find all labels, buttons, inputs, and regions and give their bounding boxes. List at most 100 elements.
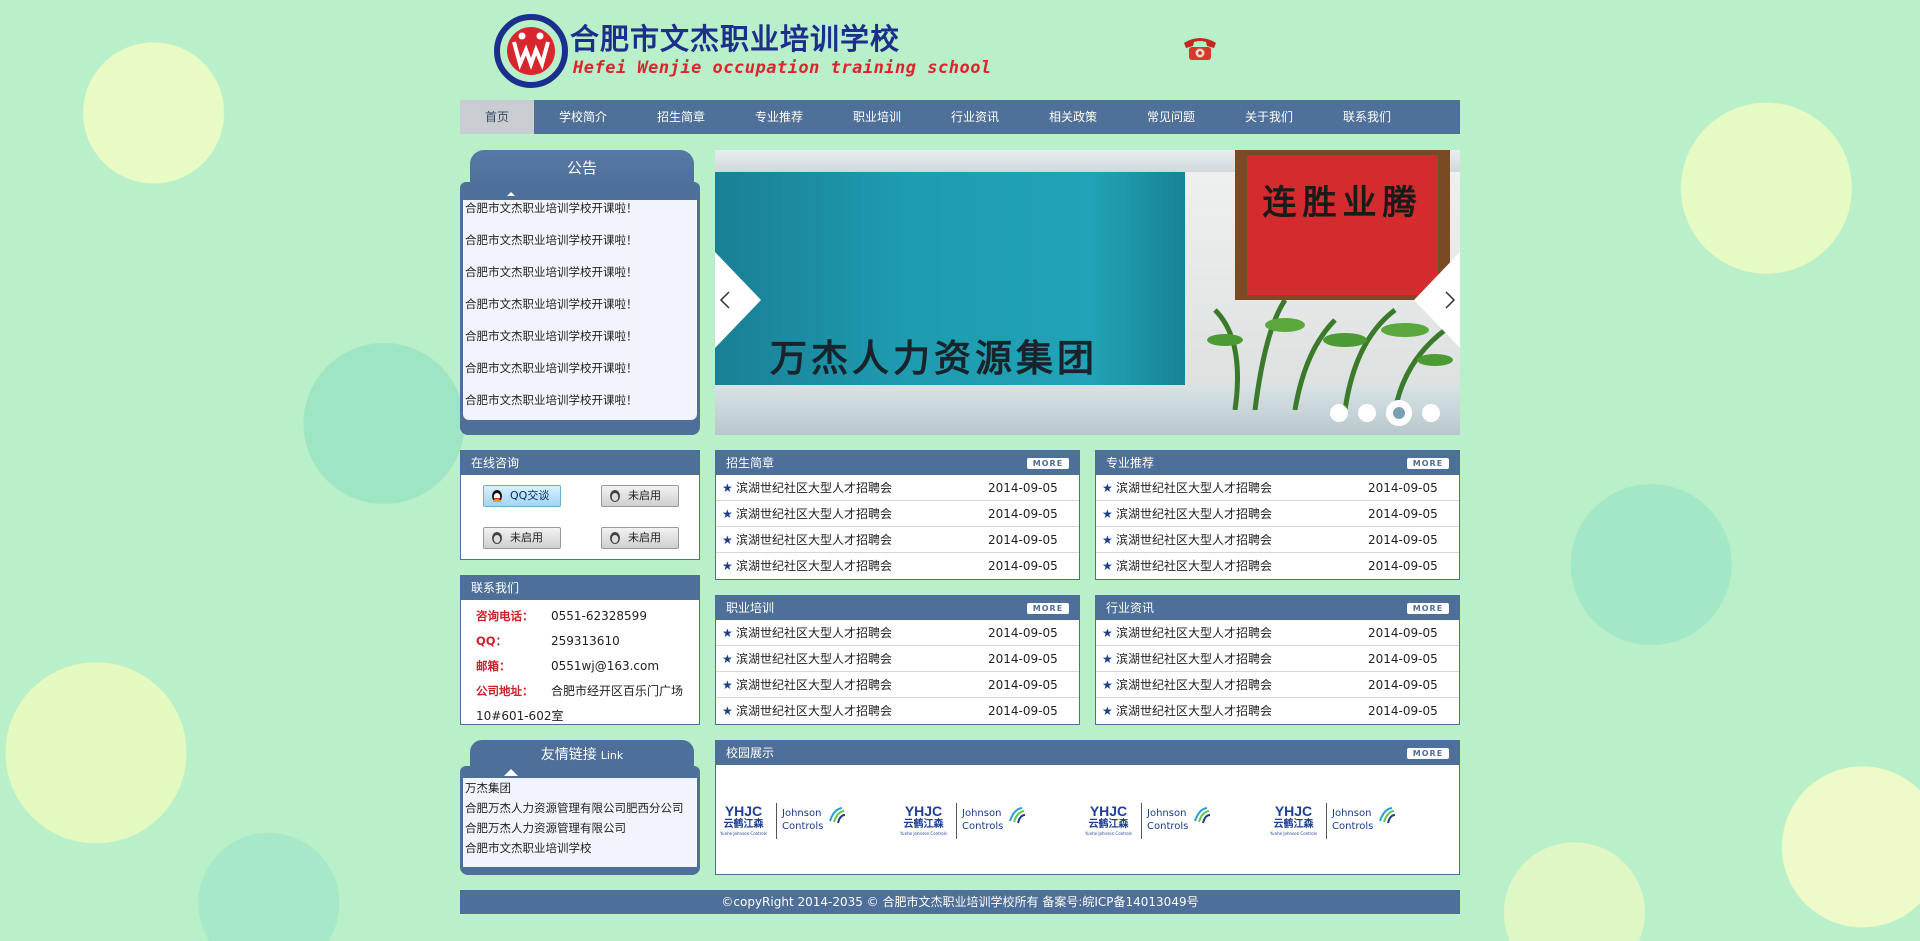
qq-penguin-icon (610, 490, 620, 502)
news-row[interactable]: ★ 滨湖世纪社区大型人才招聘会 2014-09-05 (716, 527, 1079, 553)
slider-dot-3[interactable] (1386, 400, 1412, 426)
qq-penguin-icon (492, 532, 502, 544)
news-date: 2014-09-05 (988, 507, 1058, 521)
nav-item-home[interactable]: 首页 (460, 100, 534, 134)
news-title: 滨湖世纪社区大型人才招聘会 (1116, 481, 1273, 495)
notice-item[interactable]: 合肥市文杰职业培训学校开课啦！ (465, 384, 638, 416)
slider-next-arrow-icon[interactable] (1410, 252, 1460, 348)
more-button[interactable]: MORE (1027, 603, 1069, 614)
logo-separator (1326, 803, 1327, 839)
nav-item-faq[interactable]: 常见问题 (1122, 100, 1220, 134)
wj-logo-icon[interactable] (494, 14, 568, 88)
slider-dot-4[interactable] (1422, 404, 1440, 422)
news-row[interactable]: ★ 滨湖世纪社区大型人才招聘会 2014-09-05 (1096, 646, 1459, 672)
news-row[interactable]: ★ 滨湖世纪社区大型人才招聘会 2014-09-05 (1096, 698, 1459, 724)
johnson-controls-icon (1009, 807, 1026, 824)
qq-disabled-button[interactable]: 未启用 (601, 485, 679, 507)
qq-disabled-button[interactable]: 未启用 (483, 527, 561, 549)
nav-item-majors[interactable]: 专业推荐 (730, 100, 828, 134)
address-value-line2: 10#601-602室 (476, 709, 564, 723)
news-date: 2014-09-05 (1368, 559, 1438, 573)
more-button[interactable]: MORE (1407, 603, 1449, 614)
more-button[interactable]: MORE (1407, 458, 1449, 469)
news-panel-title: 职业培训 (726, 601, 775, 615)
partner-logo[interactable]: YHJC (1451, 803, 1459, 839)
notice-item[interactable]: 合肥市文杰职业培训学校开课啦！ (465, 352, 638, 384)
news-date: 2014-09-05 (988, 652, 1058, 666)
notice-item[interactable]: 合肥市文杰职业培训学校开课啦！ (465, 224, 638, 256)
qq-value: 259313610 (551, 634, 620, 648)
more-button[interactable]: MORE (1027, 458, 1069, 469)
yhjc-text: YHJC (1089, 803, 1128, 819)
news-title: 滨湖世纪社区大型人才招聘会 (1116, 652, 1273, 666)
news-row[interactable]: ★ 滨湖世纪社区大型人才招聘会 2014-09-05 (716, 646, 1079, 672)
news-row[interactable]: ★ 滨湖世纪社区大型人才招聘会 2014-09-05 (1096, 527, 1459, 553)
partner-logo[interactable]: YHJC 云鹤江森 Yunhe Johnson Controls Johnson Co… (1266, 803, 1396, 839)
news-row[interactable]: ★ 滨湖世纪社区大型人才招聘会 2014-09-05 (716, 698, 1079, 724)
friend-link[interactable]: 合肥万杰人力资源管理有限公司 (465, 818, 695, 838)
friend-link[interactable]: 万杰集团 (465, 778, 695, 798)
johnson-controls-logo: Johnson Controls (962, 807, 1003, 833)
news-title: 滨湖世纪社区大型人才招聘会 (736, 678, 893, 692)
news-row[interactable]: ★ 滨湖世纪社区大型人才招聘会 2014-09-05 (1096, 475, 1459, 501)
star-icon: ★ (1102, 626, 1113, 640)
news-title: 滨湖世纪社区大型人才招聘会 (736, 533, 893, 547)
nav-item-training[interactable]: 职业培训 (828, 100, 926, 134)
slider-dot-2[interactable] (1358, 404, 1376, 422)
notice-item[interactable]: 合肥市文杰职业培训学校开课啦！ (465, 320, 638, 352)
jc-line-1: Johnson (782, 808, 822, 819)
news-row[interactable]: ★ 滨湖世纪社区大型人才招聘会 2014-09-05 (716, 553, 1079, 579)
contact-body: 咨询电话： 0551-62328599 QQ： 259313610 邮箱： 05… (461, 600, 699, 729)
campus-header: 校园展示 MORE (716, 741, 1459, 765)
notice-item[interactable]: 合肥市文杰职业培训学校开课啦！ (465, 200, 638, 224)
online-consult-panel: 在线咨询 QQ交谈 未启用 未启用 未启用 (460, 450, 700, 560)
nav-item-policies[interactable]: 相关政策 (1024, 100, 1122, 134)
phone-label: 咨询电话： (476, 609, 534, 623)
qq-chat-button[interactable]: QQ交谈 (483, 485, 561, 507)
yhjc-text: YHJC (1274, 803, 1313, 819)
news-row[interactable]: ★ 滨湖世纪社区大型人才招聘会 2014-09-05 (1096, 672, 1459, 698)
qq-disabled-button[interactable]: 未启用 (601, 527, 679, 549)
notice-item[interactable]: 合肥市文杰职业培训学校开课啦！ (465, 256, 638, 288)
news-row[interactable]: ★ 滨湖世纪社区大型人才招聘会 2014-09-05 (716, 501, 1079, 527)
news-row[interactable]: ★ 滨湖世纪社区大型人才招聘会 2014-09-05 (716, 475, 1079, 501)
qq-button-label: 未启用 (510, 531, 543, 544)
nav-item-contact[interactable]: 联系我们 (1318, 100, 1416, 134)
friend-link[interactable]: 合肥市文杰职业培训学校 (465, 838, 695, 858)
more-button[interactable]: MORE (1407, 748, 1449, 759)
news-row[interactable]: ★ 滨湖世纪社区大型人才招聘会 2014-09-05 (716, 620, 1079, 646)
jc-line-2: Controls (962, 821, 1004, 832)
news-row[interactable]: ★ 滨湖世纪社区大型人才招聘会 2014-09-05 (1096, 501, 1459, 527)
news-row[interactable]: ★ 滨湖世纪社区大型人才招聘会 2014-09-05 (1096, 553, 1459, 579)
notice-item[interactable]: 合肥市文杰职业培训学校开课啦！ (465, 288, 638, 320)
partner-logo[interactable]: YHJC 云鹤江森 Yunhe Johnson Controls Johnson Co… (716, 803, 846, 839)
partner-logo[interactable]: YHJC 云鹤江森 Yunhe Johnson Controls Johnson Co… (896, 803, 1026, 839)
friend-link[interactable]: 合肥万杰人力资源管理有限公司肥西分公司 (465, 798, 695, 818)
news-row[interactable]: ★ 滨湖世纪社区大型人才招聘会 2014-09-05 (1096, 620, 1459, 646)
star-icon: ★ (1102, 533, 1113, 547)
logo-separator (956, 803, 957, 839)
yhjc-logo: YHJC 云鹤江森 Yunhe Johnson Controls (1081, 803, 1136, 837)
jc-line-2: Controls (1332, 821, 1374, 832)
news-panel-title: 行业资讯 (1106, 601, 1155, 615)
johnson-controls-logo: Johnson Controls (1332, 807, 1373, 833)
star-icon: ★ (1102, 507, 1113, 521)
news-title: 滨湖世纪社区大型人才招聘会 (736, 507, 893, 521)
nav-item-industry-news[interactable]: 行业资讯 (926, 100, 1024, 134)
slider-dot-1[interactable] (1330, 404, 1348, 422)
slider-prev-arrow-icon[interactable] (715, 252, 765, 348)
email-label: 邮箱： (476, 659, 511, 673)
news-panel-title: 专业推荐 (1106, 456, 1155, 470)
contact-address-row: 公司地址： 合肥市经开区百乐门广场 (476, 679, 699, 704)
nav-item-admissions[interactable]: 招生简章 (632, 100, 730, 134)
news-date: 2014-09-05 (988, 533, 1058, 547)
banner-slider: 连胜业腾 万杰人力资源集团 (715, 150, 1460, 435)
news-row[interactable]: ★ 滨湖世纪社区大型人才招聘会 2014-09-05 (716, 672, 1079, 698)
nav-item-about-us[interactable]: 关于我们 (1220, 100, 1318, 134)
phone-value: 0551-62328599 (551, 609, 647, 623)
star-icon: ★ (1102, 704, 1113, 718)
partner-logo[interactable]: YHJC 云鹤江森 Yunhe Johnson Controls Johnson Co… (1081, 803, 1211, 839)
yhjc-cn: 云鹤江森 (723, 819, 764, 830)
logo-separator (776, 803, 777, 839)
nav-item-about-school[interactable]: 学校简介 (534, 100, 632, 134)
